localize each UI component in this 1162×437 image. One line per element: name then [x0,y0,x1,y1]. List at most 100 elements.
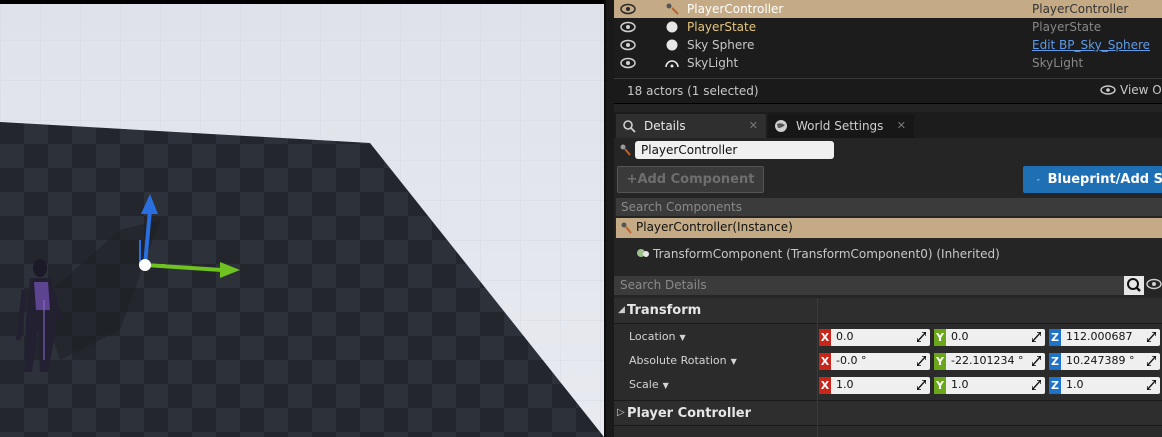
close-tab-icon[interactable]: ✕ [749,119,758,132]
details-icon [623,120,636,133]
details-tab-bar: Details ✕ World Settings ✕ [614,112,1162,138]
level-viewport[interactable] [0,0,604,437]
close-tab-icon[interactable]: ✕ [897,119,906,132]
category-label: Player Controller [627,406,752,421]
transform-component-label: TransformComponent (TransformComponent0)… [653,247,1000,261]
tab-details-label: Details [644,119,686,133]
spinner-icon[interactable] [1032,332,1041,342]
outliner-item-name: SkyLight [687,56,739,70]
eye-icon[interactable] [1146,277,1162,291]
visibility-eye-icon[interactable] [620,39,636,51]
tab-world-settings[interactable]: World Settings ✕ [768,114,914,138]
transform-component-icon [637,249,649,257]
player-controller-category[interactable]: ▷ Player Controller [614,400,1162,426]
spinner-icon[interactable] [1147,380,1156,390]
chevron-down-icon: ▼ [662,381,669,390]
axis-x-badge: X [819,353,831,370]
edit-blueprint-link[interactable]: Edit BP_Sky_Sphere [1032,38,1150,52]
axis-z-badge: Z [1049,377,1061,394]
outliner-row-player-controller[interactable]: PlayerController PlayerController [614,0,1162,18]
expand-arrow-icon[interactable]: ◢ [618,305,625,315]
outliner-item-type: SkyLight [1032,56,1084,70]
chevron-down-icon: ▼ [679,333,686,342]
right-panel: PlayerController PlayerController Player… [614,0,1162,437]
property-absolute-rotation: Absolute Rotation ▼ X -0.0 ° Y -22.101234… [614,350,1162,374]
blueprint-add-script-button[interactable]: Blueprint/Add S [1023,166,1162,193]
visibility-eye-icon[interactable] [620,21,636,33]
rotation-y-field[interactable]: Y -22.101234 ° [934,353,1045,370]
location-label[interactable]: Location ▼ [629,330,686,343]
visibility-eye-icon[interactable] [620,3,636,15]
scale-y-field[interactable]: Y 1.0 [934,377,1045,394]
outliner-item-name: Sky Sphere [687,38,755,52]
column-divider[interactable] [817,298,818,437]
sphere-icon [666,21,678,33]
expand-arrow-icon[interactable]: ▷ [617,407,625,418]
instance-label: PlayerController(Instance) [636,220,793,234]
player-controller-icon [620,144,631,156]
viewport-scene [0,0,604,437]
scale-x-value[interactable]: 1.0 [831,377,930,394]
sphere-icon [666,39,678,51]
spinner-icon[interactable] [1032,380,1041,390]
rotation-label[interactable]: Absolute Rotation ▼ [629,354,737,367]
property-scale: Scale ▼ X 1.0 Y 1.0 Z 1.0 [614,374,1162,398]
view-options-label: View O [1120,83,1162,97]
search-details-input[interactable]: Search Details [614,276,1124,295]
actor-name-input[interactable]: PlayerController [635,141,834,159]
axis-y-badge: Y [934,329,946,346]
spinner-icon[interactable] [917,356,926,366]
rotation-x-value[interactable]: -0.0 ° [831,353,930,370]
location-z-value[interactable]: 112.000687 [1061,329,1160,346]
axis-x-badge: X [819,377,831,394]
eye-icon [1100,85,1116,95]
property-grid: ◢ Transform Location ▼ X 0.0 Y 0.0 Z 112… [614,298,1162,437]
outliner-row-sky-sphere[interactable]: Sky Sphere Edit BP_Sky_Sphere [614,36,1162,54]
spinner-icon[interactable] [917,380,926,390]
outliner-row-skylight[interactable]: SkyLight SkyLight [614,54,1162,72]
search-components-input[interactable]: Search Components [616,198,1162,216]
spinner-icon[interactable] [917,332,926,342]
outliner-status-bar: 18 actors (1 selected) View O [614,78,1162,102]
spinner-icon[interactable] [1147,356,1156,366]
axis-z-badge: Z [1049,329,1061,346]
add-component-button[interactable]: +Add Component [617,166,764,193]
spinner-icon[interactable] [1032,356,1041,366]
view-options-button[interactable]: View O [1100,83,1162,97]
location-y-value[interactable]: 0.0 [946,329,1045,346]
panel-splitter[interactable] [604,0,614,437]
outliner-item-type: PlayerController [1032,2,1129,16]
tab-details[interactable]: Details ✕ [616,114,766,138]
search-icon[interactable] [1124,276,1144,295]
axis-z-badge: Z [1049,353,1061,370]
location-x-field[interactable]: X 0.0 [819,329,930,346]
globe-icon [775,120,787,132]
scale-x-field[interactable]: X 1.0 [819,377,930,394]
player-controller-icon [621,222,632,234]
spinner-icon[interactable] [1147,332,1156,342]
scale-z-value[interactable]: 1.0 [1061,377,1160,394]
transform-category[interactable]: ◢ Transform [614,298,1162,324]
rotation-y-value[interactable]: -22.101234 ° [946,353,1045,370]
category-label: Transform [627,303,702,318]
location-x-value[interactable]: 0.0 [831,329,930,346]
scale-z-field[interactable]: Z 1.0 [1049,377,1160,394]
outliner-row-player-state[interactable]: PlayerState PlayerState [614,18,1162,36]
component-instance-row[interactable]: PlayerController(Instance) [616,218,1162,238]
search-details-row: Search Details [614,276,1162,296]
outliner-item-name: PlayerState [687,20,757,34]
location-z-field[interactable]: Z 112.000687 [1049,329,1160,346]
scale-label[interactable]: Scale ▼ [629,378,669,391]
visibility-eye-icon[interactable] [620,57,636,69]
skylight-icon [665,60,679,68]
world-outliner: PlayerController PlayerController Player… [614,0,1162,104]
gears-icon [1037,178,1040,181]
transform-component-row[interactable]: TransformComponent (TransformComponent0)… [616,242,1162,264]
axis-y-badge: Y [934,353,946,370]
outliner-item-type: PlayerState [1032,20,1102,34]
rotation-x-field[interactable]: X -0.0 ° [819,353,930,370]
scale-y-value[interactable]: 1.0 [946,377,1045,394]
location-y-field[interactable]: Y 0.0 [934,329,1045,346]
rotation-z-value[interactable]: 10.247389 ° [1061,353,1160,370]
rotation-z-field[interactable]: Z 10.247389 ° [1049,353,1160,370]
